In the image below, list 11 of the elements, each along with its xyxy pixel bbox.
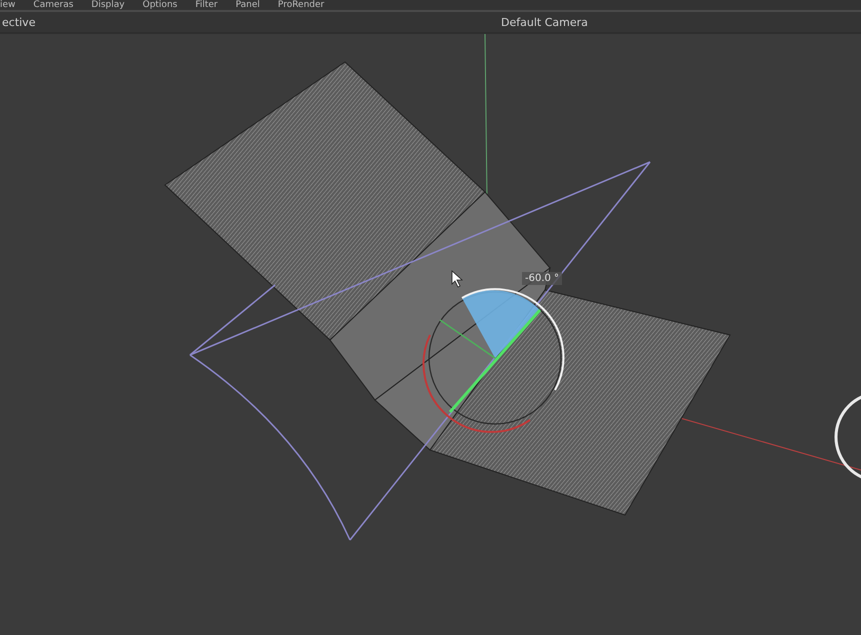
menu-item[interactable]: iew <box>0 0 16 10</box>
menu-item[interactable]: Display <box>91 0 125 10</box>
cursor-icon <box>452 270 464 288</box>
view-name: ective <box>1 16 36 28</box>
menu-item[interactable]: Cameras <box>33 0 74 10</box>
menu-item[interactable]: Options <box>142 0 178 10</box>
camera-name: Default Camera <box>501 16 588 28</box>
menu-item[interactable]: ProRender <box>278 0 324 10</box>
angle-readout: -60.0 ° <box>522 272 562 285</box>
menu-item[interactable]: Filter <box>195 0 218 10</box>
menu-item[interactable]: Panel <box>236 0 260 10</box>
